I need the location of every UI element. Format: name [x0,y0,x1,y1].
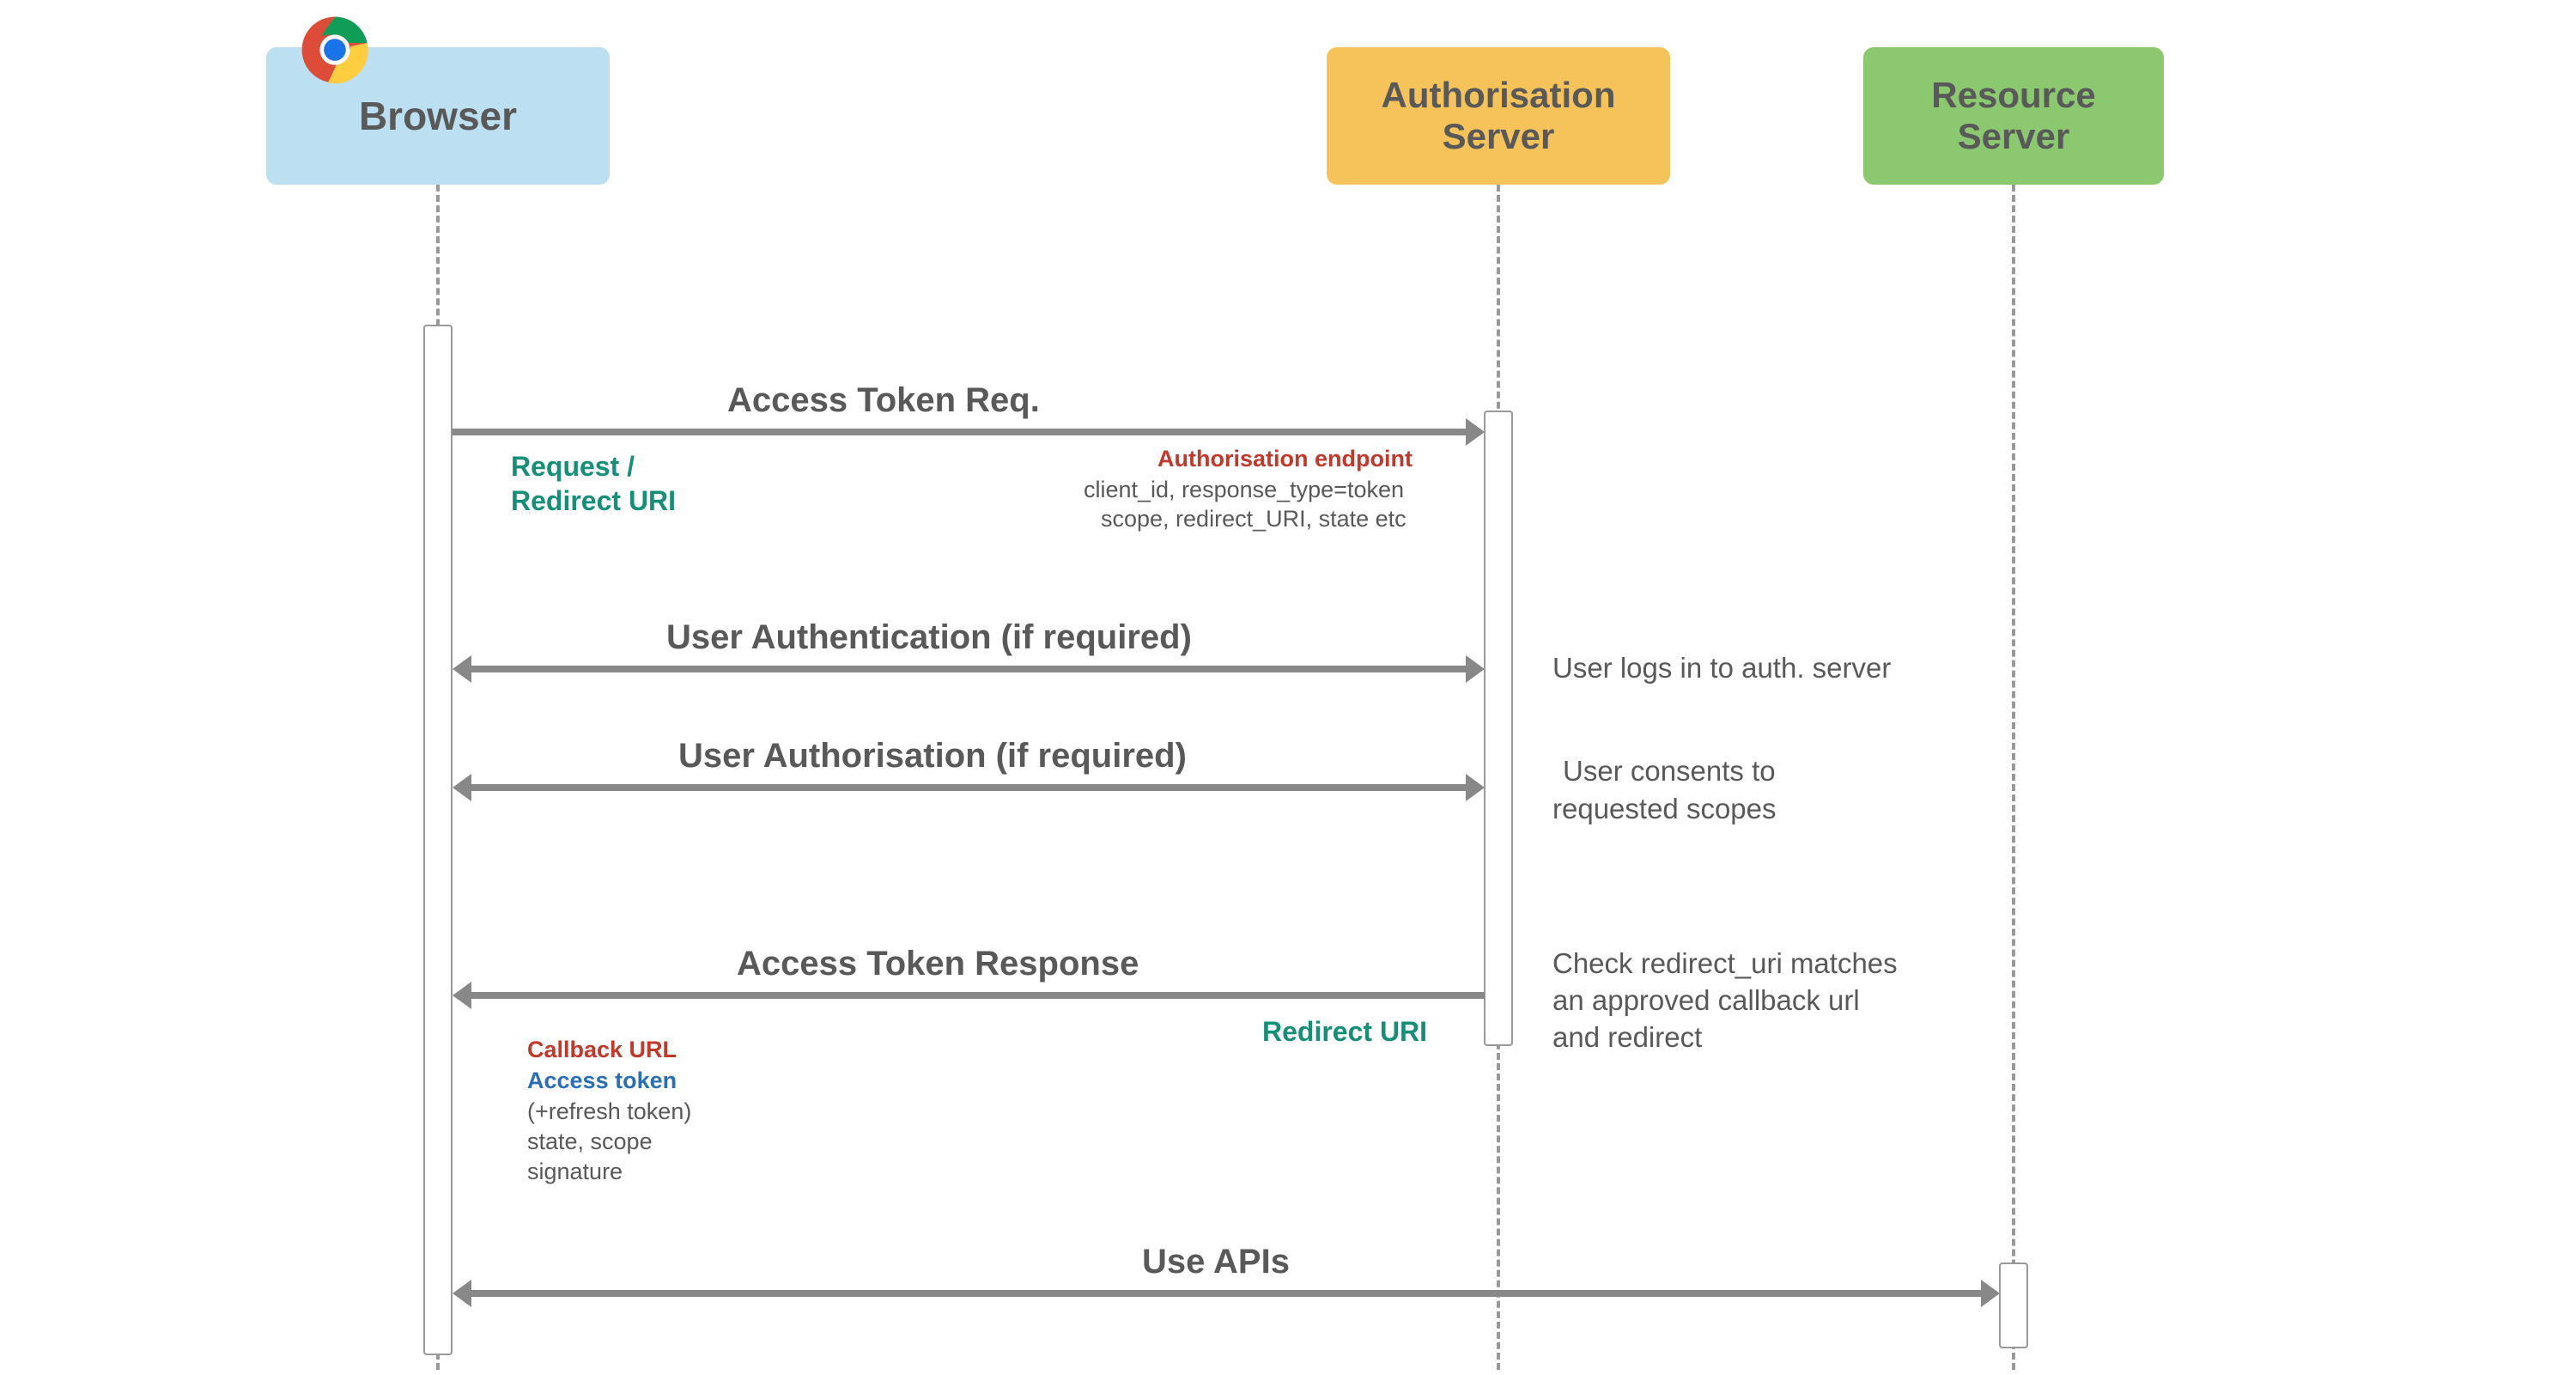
participant-auth-server-label: Authorisation Server [1382,75,1616,158]
arrow-m1-head [1466,418,1485,446]
arrow-m2 [471,666,1466,672]
participant-auth-server: Authorisation Server [1327,47,1670,185]
m1-right-note-title: Authorisation endpoint [1157,443,1413,474]
label-m5: Use APIs [1142,1243,1290,1281]
label-m4: Access Token Response [737,945,1139,983]
chrome-icon [301,15,369,84]
m1-right-note-body-2: scope, redirect_URI, state etc [1101,503,1406,534]
m4-right-label: Redirect URI [1262,1013,1427,1050]
arrow-m5-head-l [453,1280,471,1307]
participant-resource-server: Resource Server [1863,47,2164,185]
arrow-m5-head-r [1981,1280,2000,1307]
sequence-diagram: Browser Authorisation Server Resource Se… [0,0,2576,1375]
label-m3: User Authorisation (if required) [678,737,1187,776]
arrow-m1 [453,429,1466,435]
m4-resp-5: signature [527,1156,623,1187]
m4-resp-2: Access token [527,1065,677,1096]
label-m1: Access Token Req. [727,381,1040,420]
m4-resp-1: Callback URL [527,1034,677,1065]
participant-browser-label: Browser [359,94,517,139]
activation-resource [1999,1262,2028,1348]
arrow-m3-head-l [453,774,471,801]
arrow-m4 [471,992,1485,999]
m4-side-note-2: an approved callback url [1552,982,1860,1020]
arrow-m2-head-r [1466,655,1485,683]
m2-side-note: User logs in to auth. server [1552,649,1891,688]
m4-side-note-1: Check redirect_uri matches [1552,945,1898,983]
arrow-m5 [471,1290,1981,1297]
arrow-m2-head-l [453,655,471,683]
activation-browser [423,325,453,1355]
m4-resp-3: (+refresh token) [527,1096,691,1127]
arrow-m3-head-r [1466,774,1485,801]
m1-right-note-body-1: client_id, response_type=token [1084,474,1404,505]
arrow-m4-head-l [453,982,471,1009]
activation-auth [1484,411,1513,1046]
label-m2: User Authentication (if required) [666,618,1192,657]
m4-resp-4: state, scope [527,1126,653,1157]
m3-side-note-2: requested scopes [1552,790,1777,829]
lifeline-resource [2012,185,2015,1370]
participant-resource-server-label: Resource Server [1931,75,2095,158]
m1-left-note-1: Request / [511,448,635,485]
m4-side-note-3: and redirect [1552,1019,1702,1057]
m3-side-note-1: User consents to [1563,752,1776,791]
m1-left-note-2: Redirect URI [511,483,676,520]
arrow-m3 [471,784,1466,791]
